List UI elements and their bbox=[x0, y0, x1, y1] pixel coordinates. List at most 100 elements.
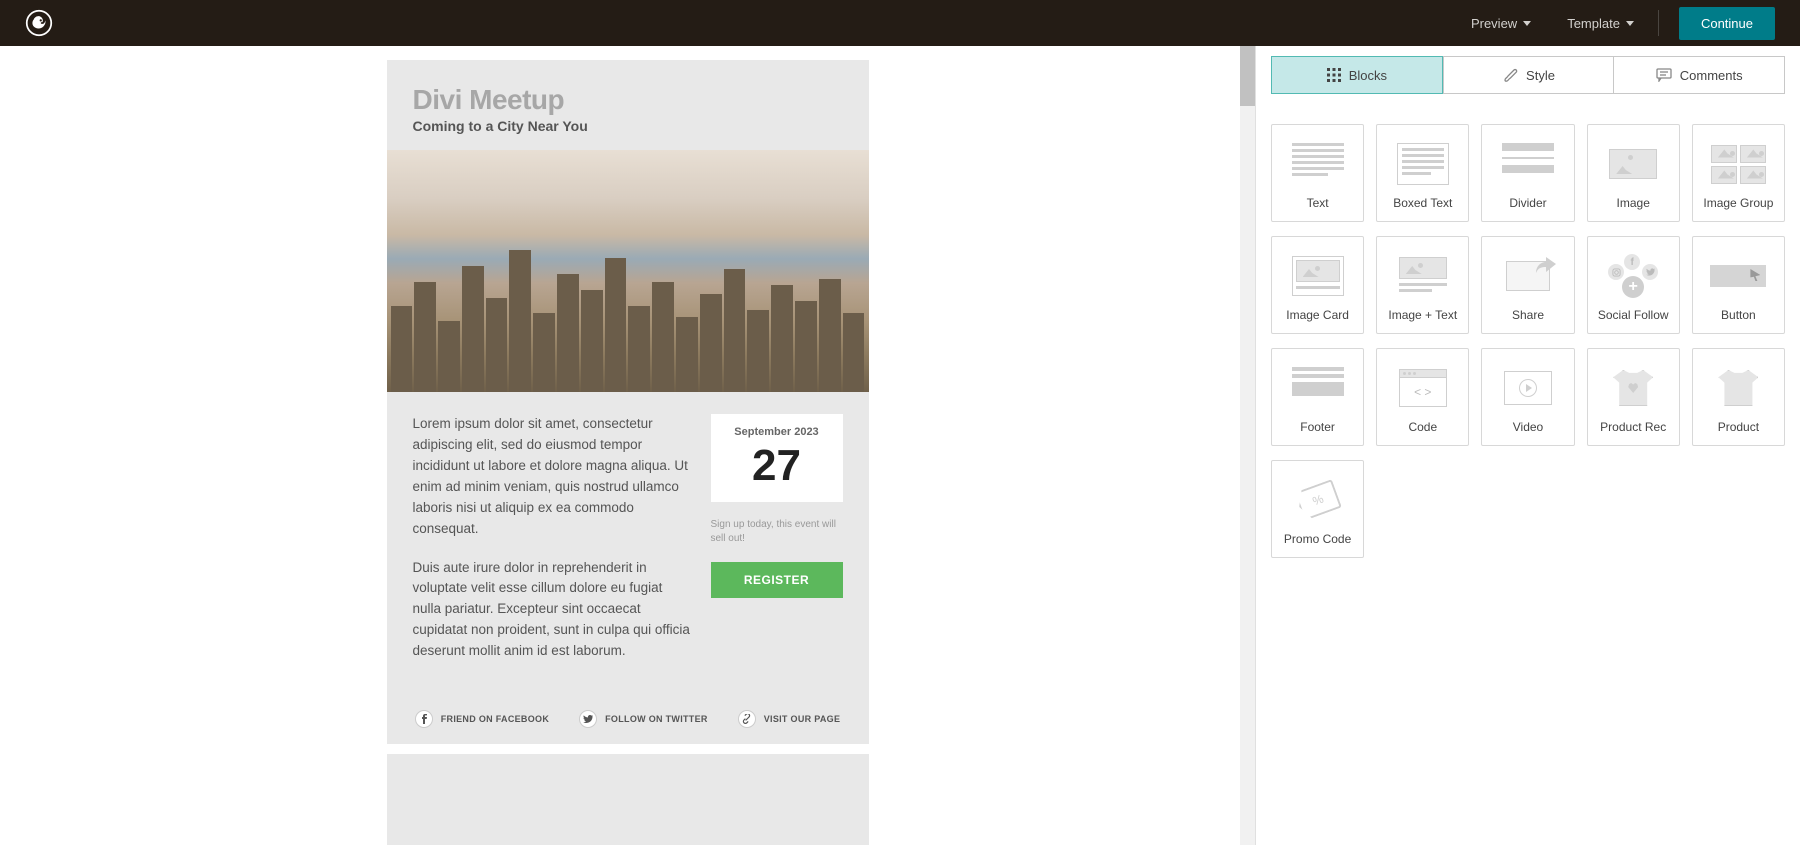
email-body-text[interactable]: Lorem ipsum dolor sit amet, consectetur … bbox=[413, 414, 691, 680]
preview-dropdown[interactable]: Preview bbox=[1453, 7, 1549, 39]
preview-label: Preview bbox=[1471, 16, 1517, 31]
social-label: FOLLOW ON TWITTER bbox=[605, 714, 708, 724]
continue-button[interactable]: Continue bbox=[1679, 7, 1775, 40]
top-bar: Preview Template Continue bbox=[0, 0, 1800, 46]
block-image[interactable]: Image bbox=[1587, 124, 1680, 222]
boxed-text-icon bbox=[1397, 136, 1449, 192]
tab-comments[interactable]: Comments bbox=[1614, 56, 1785, 94]
footer-icon bbox=[1292, 360, 1344, 416]
block-label: Boxed Text bbox=[1393, 196, 1452, 210]
email-subtitle: Coming to a City Near You bbox=[413, 118, 843, 134]
block-product[interactable]: Product bbox=[1692, 348, 1785, 446]
image-group-icon bbox=[1711, 136, 1766, 192]
chevron-down-icon bbox=[1626, 21, 1634, 26]
block-label: Button bbox=[1721, 308, 1756, 322]
panel-tabs: Blocks Style Comments bbox=[1256, 46, 1800, 94]
block-label: Product bbox=[1718, 420, 1759, 434]
block-promo-code[interactable]: % Promo Code bbox=[1271, 460, 1364, 558]
block-image-group[interactable]: Image Group bbox=[1692, 124, 1785, 222]
product-rec-icon bbox=[1613, 360, 1653, 416]
share-icon bbox=[1506, 248, 1550, 304]
city-skyline-icon bbox=[387, 235, 869, 392]
tab-label: Blocks bbox=[1349, 68, 1387, 83]
image-text-icon bbox=[1399, 248, 1447, 304]
tab-style[interactable]: Style bbox=[1443, 56, 1615, 94]
block-label: Social Follow bbox=[1598, 308, 1669, 322]
block-label: Text bbox=[1307, 196, 1329, 210]
email-header-block[interactable]: Divi Meetup Coming to a City Near You bbox=[387, 60, 869, 150]
block-label: Image Card bbox=[1286, 308, 1349, 322]
block-footer[interactable]: Footer bbox=[1271, 348, 1364, 446]
grid-icon bbox=[1327, 68, 1341, 82]
register-button[interactable]: REGISTER bbox=[711, 562, 843, 598]
block-image-text[interactable]: Image + Text bbox=[1376, 236, 1469, 334]
event-day: 27 bbox=[711, 444, 843, 488]
side-panel: Blocks Style Comments Text Boxed Text bbox=[1255, 46, 1800, 845]
event-note: Sign up today, this event will sell out! bbox=[711, 518, 843, 546]
block-image-card[interactable]: Image Card bbox=[1271, 236, 1364, 334]
canvas-area[interactable]: Divi Meetup Coming to a City Near You Lo… bbox=[0, 46, 1255, 845]
block-label: Product Rec bbox=[1600, 420, 1666, 434]
divider-icon bbox=[1502, 136, 1554, 192]
social-row: FRIEND ON FACEBOOK FOLLOW ON TWITTER VIS… bbox=[387, 680, 869, 744]
tab-label: Comments bbox=[1680, 68, 1743, 83]
scrollbar-thumb[interactable] bbox=[1240, 46, 1255, 106]
top-actions: Preview Template Continue bbox=[1453, 7, 1775, 40]
video-icon bbox=[1504, 360, 1552, 416]
email-body-row: Lorem ipsum dolor sit amet, consectetur … bbox=[387, 392, 869, 680]
block-button[interactable]: Button bbox=[1692, 236, 1785, 334]
block-boxed-text[interactable]: Boxed Text bbox=[1376, 124, 1469, 222]
tab-blocks[interactable]: Blocks bbox=[1271, 56, 1443, 94]
mailchimp-logo-icon bbox=[25, 9, 53, 37]
date-box[interactable]: September 2023 27 bbox=[711, 414, 843, 502]
social-twitter[interactable]: FOLLOW ON TWITTER bbox=[579, 710, 708, 728]
block-label: Image Group bbox=[1703, 196, 1773, 210]
tab-label: Style bbox=[1526, 68, 1555, 83]
social-label: FRIEND ON FACEBOOK bbox=[441, 714, 549, 724]
block-label: Divider bbox=[1509, 196, 1546, 210]
event-column: September 2023 27 Sign up today, this ev… bbox=[711, 414, 843, 680]
social-page[interactable]: VISIT OUR PAGE bbox=[738, 710, 841, 728]
twitter-icon bbox=[579, 710, 597, 728]
next-section[interactable] bbox=[387, 754, 869, 770]
block-label: Share bbox=[1512, 308, 1544, 322]
main: Divi Meetup Coming to a City Near You Lo… bbox=[0, 46, 1800, 845]
image-icon bbox=[1609, 136, 1657, 192]
template-dropdown[interactable]: Template bbox=[1549, 7, 1652, 39]
image-card-icon bbox=[1292, 248, 1344, 304]
text-lines-icon bbox=[1292, 136, 1344, 192]
link-icon bbox=[738, 710, 756, 728]
email-preview[interactable]: Divi Meetup Coming to a City Near You Lo… bbox=[387, 60, 869, 845]
block-social-follow[interactable]: f+ Social Follow bbox=[1587, 236, 1680, 334]
paragraph: Duis aute irure dolor in reprehenderit i… bbox=[413, 558, 691, 663]
block-label: Image + Text bbox=[1388, 308, 1457, 322]
scrollbar[interactable] bbox=[1240, 46, 1255, 845]
block-divider[interactable]: Divider bbox=[1481, 124, 1574, 222]
email-title: Divi Meetup bbox=[413, 84, 843, 116]
event-month: September 2023 bbox=[711, 426, 843, 438]
block-label: Promo Code bbox=[1284, 532, 1351, 546]
hero-image[interactable] bbox=[387, 150, 869, 392]
separator bbox=[1658, 10, 1659, 36]
product-icon bbox=[1718, 360, 1758, 416]
block-text[interactable]: Text bbox=[1271, 124, 1364, 222]
facebook-icon bbox=[415, 710, 433, 728]
social-facebook[interactable]: FRIEND ON FACEBOOK bbox=[415, 710, 549, 728]
block-share[interactable]: Share bbox=[1481, 236, 1574, 334]
chevron-down-icon bbox=[1523, 21, 1531, 26]
block-label: Footer bbox=[1300, 420, 1335, 434]
block-product-rec[interactable]: Product Rec bbox=[1587, 348, 1680, 446]
button-icon bbox=[1710, 248, 1766, 304]
blocks-grid: Text Boxed Text Divider Image Image Grou… bbox=[1256, 94, 1800, 588]
brush-icon bbox=[1502, 67, 1518, 83]
comment-icon bbox=[1656, 68, 1672, 82]
social-follow-icon: f+ bbox=[1608, 248, 1658, 304]
block-code[interactable]: < > Code bbox=[1376, 348, 1469, 446]
social-label: VISIT OUR PAGE bbox=[764, 714, 841, 724]
template-label: Template bbox=[1567, 16, 1620, 31]
promo-code-icon: % bbox=[1298, 472, 1338, 528]
block-label: Image bbox=[1617, 196, 1650, 210]
block-label: Code bbox=[1408, 420, 1437, 434]
block-video[interactable]: Video bbox=[1481, 348, 1574, 446]
code-icon: < > bbox=[1399, 360, 1447, 416]
